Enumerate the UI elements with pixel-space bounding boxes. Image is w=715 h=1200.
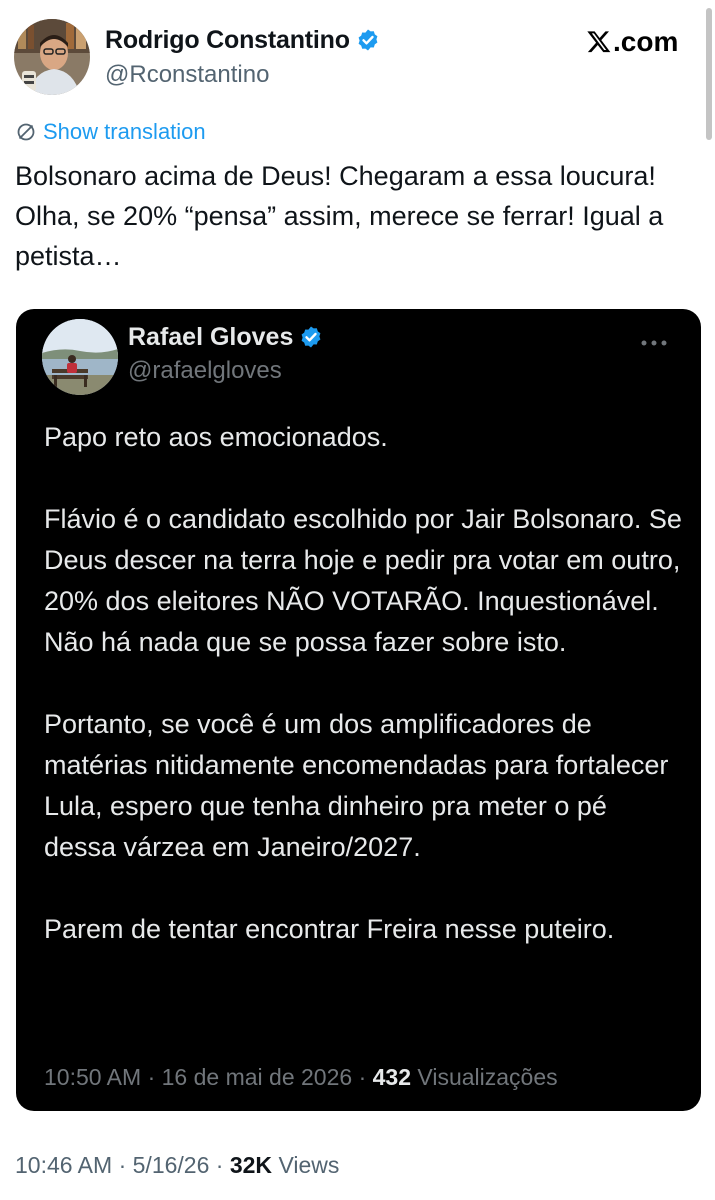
author-avatar[interactable]: [14, 19, 90, 95]
separator-dot: ·: [209, 1152, 230, 1178]
quoted-tweet-card[interactable]: Rafael Gloves @rafaelgloves Papo reto ao…: [16, 309, 701, 1111]
author-handle[interactable]: @Rconstantino: [105, 61, 269, 89]
quoted-date[interactable]: 16 de mai de 2026: [162, 1064, 353, 1090]
globe-icon: [16, 122, 36, 148]
quoted-paragraph: Portanto, se você é um dos amplificadore…: [44, 709, 669, 862]
views-count: 32K: [229, 1152, 273, 1178]
x-logo-icon: [587, 31, 611, 53]
quoted-paragraph: Parem de tentar encontrar Freira nesse p…: [44, 914, 615, 944]
quoted-author-name-row[interactable]: Rafael Gloves: [128, 323, 323, 356]
show-translation-link[interactable]: Show translation: [16, 119, 206, 148]
quoted-tweet-meta: 10:50 AM · 16 de mai de 2026 · 432 Visua…: [44, 1064, 558, 1091]
verified-badge-icon: [299, 325, 323, 356]
quoted-views-label: Visualizações: [417, 1064, 558, 1090]
separator-dot: ·: [352, 1064, 373, 1090]
quoted-author-avatar[interactable]: [42, 319, 118, 395]
tweet-time[interactable]: 10:46 AM: [15, 1152, 112, 1178]
quoted-author-name[interactable]: Rafael Gloves: [128, 323, 293, 351]
tweet-text: Bolsonaro acima de Deus! Chegaram a essa…: [15, 161, 671, 271]
author-name[interactable]: Rodrigo Constantino: [105, 26, 350, 54]
author-name-row[interactable]: Rodrigo Constantino: [105, 26, 380, 59]
verified-badge-icon: [356, 28, 380, 59]
views-label: Views: [278, 1152, 340, 1178]
tweet-screenshot: Rodrigo Constantino @Rconstantino .com S…: [0, 0, 715, 1200]
quoted-paragraph: Papo reto aos emocionados.: [44, 422, 388, 452]
more-horizontal-icon[interactable]: [638, 335, 670, 346]
quoted-paragraph: Flávio é o candidato escolhido por Jair …: [44, 504, 682, 657]
tweet-date[interactable]: 5/16/26: [133, 1152, 210, 1178]
separator-dot: ·: [141, 1064, 162, 1090]
quoted-time[interactable]: 10:50 AM: [44, 1064, 141, 1090]
quoted-tweet-text: Papo reto aos emocionados. Flávio é o ca…: [44, 417, 684, 950]
separator-dot: ·: [112, 1152, 133, 1178]
x-logo-text: .com: [613, 26, 679, 57]
quoted-views-count: 432: [372, 1064, 412, 1090]
show-translation-label[interactable]: Show translation: [43, 119, 206, 144]
x-logo: .com: [586, 26, 678, 58]
quoted-author-handle[interactable]: @rafaelgloves: [128, 357, 282, 385]
tweet-meta: 10:46 AM · 5/16/26 · 32K Views: [15, 1152, 339, 1179]
scrollbar[interactable]: [706, 8, 712, 140]
